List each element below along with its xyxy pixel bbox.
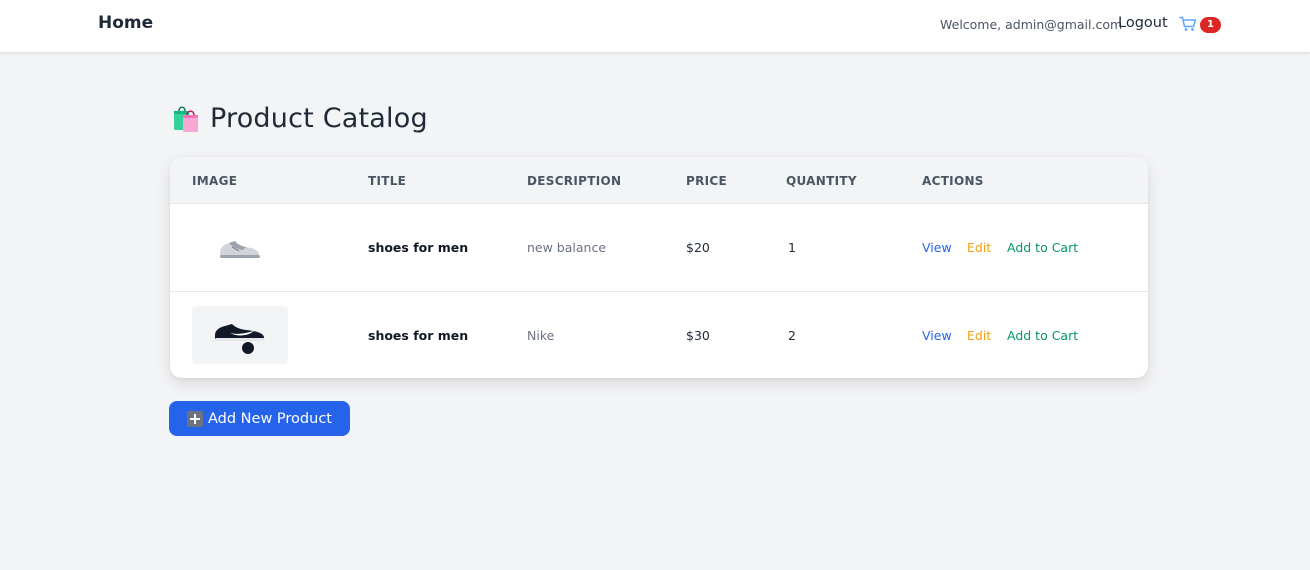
product-title: shoes for men	[368, 240, 469, 255]
add-new-product-button[interactable]: Add New Product	[169, 401, 350, 436]
product-title: shoes for men	[368, 328, 469, 343]
header-quantity: QUANTITY	[786, 174, 857, 188]
add-new-product-label: Add New Product	[208, 410, 332, 427]
cart-icon	[1179, 16, 1197, 31]
cart-button[interactable]: 1	[1179, 14, 1223, 36]
product-table: IMAGE TITLE DESCRIPTION PRICE QUANTITY A…	[170, 157, 1148, 378]
home-link[interactable]: Home	[98, 13, 153, 33]
logout-link[interactable]: Logout	[1118, 15, 1168, 31]
header-description: DESCRIPTION	[527, 174, 622, 188]
product-description: new balance	[527, 240, 607, 255]
welcome-text: Welcome, admin@gmail.com	[940, 17, 1123, 32]
page-title: Product Catalog	[170, 100, 428, 136]
add-to-cart-link[interactable]: Add to Cart	[1007, 240, 1078, 255]
header-actions: ACTIONS	[922, 174, 984, 188]
product-image	[192, 306, 288, 364]
add-to-cart-link[interactable]: Add to Cart	[1007, 328, 1078, 343]
product-price: $30	[686, 328, 710, 343]
view-link[interactable]: View	[922, 328, 952, 343]
product-price: $20	[686, 240, 710, 255]
edit-link[interactable]: Edit	[967, 328, 991, 343]
edit-link[interactable]: Edit	[967, 240, 991, 255]
table-row: shoes for men Nike $30 2 View Edit Add t…	[170, 292, 1148, 378]
table-header: IMAGE TITLE DESCRIPTION PRICE QUANTITY A…	[170, 157, 1148, 204]
page-heading: Product Catalog	[210, 102, 428, 134]
header-price: PRICE	[686, 174, 728, 188]
cart-count-badge: 1	[1200, 17, 1221, 33]
product-image	[192, 219, 288, 277]
product-quantity: 1	[788, 240, 796, 255]
table-row: shoes for men new balance $20 1 View Edi…	[170, 204, 1148, 292]
top-navbar: Home Welcome, admin@gmail.com Logout 1	[0, 0, 1310, 52]
grey-sneaker-image	[220, 241, 260, 258]
black-sneaker-image	[215, 324, 265, 354]
header-image: IMAGE	[192, 174, 238, 188]
header-title: TITLE	[368, 174, 407, 188]
plus-icon	[187, 410, 203, 427]
product-description: Nike	[527, 328, 555, 343]
shopping-bags-icon	[174, 106, 198, 132]
view-link[interactable]: View	[922, 240, 952, 255]
product-quantity: 2	[788, 328, 796, 343]
